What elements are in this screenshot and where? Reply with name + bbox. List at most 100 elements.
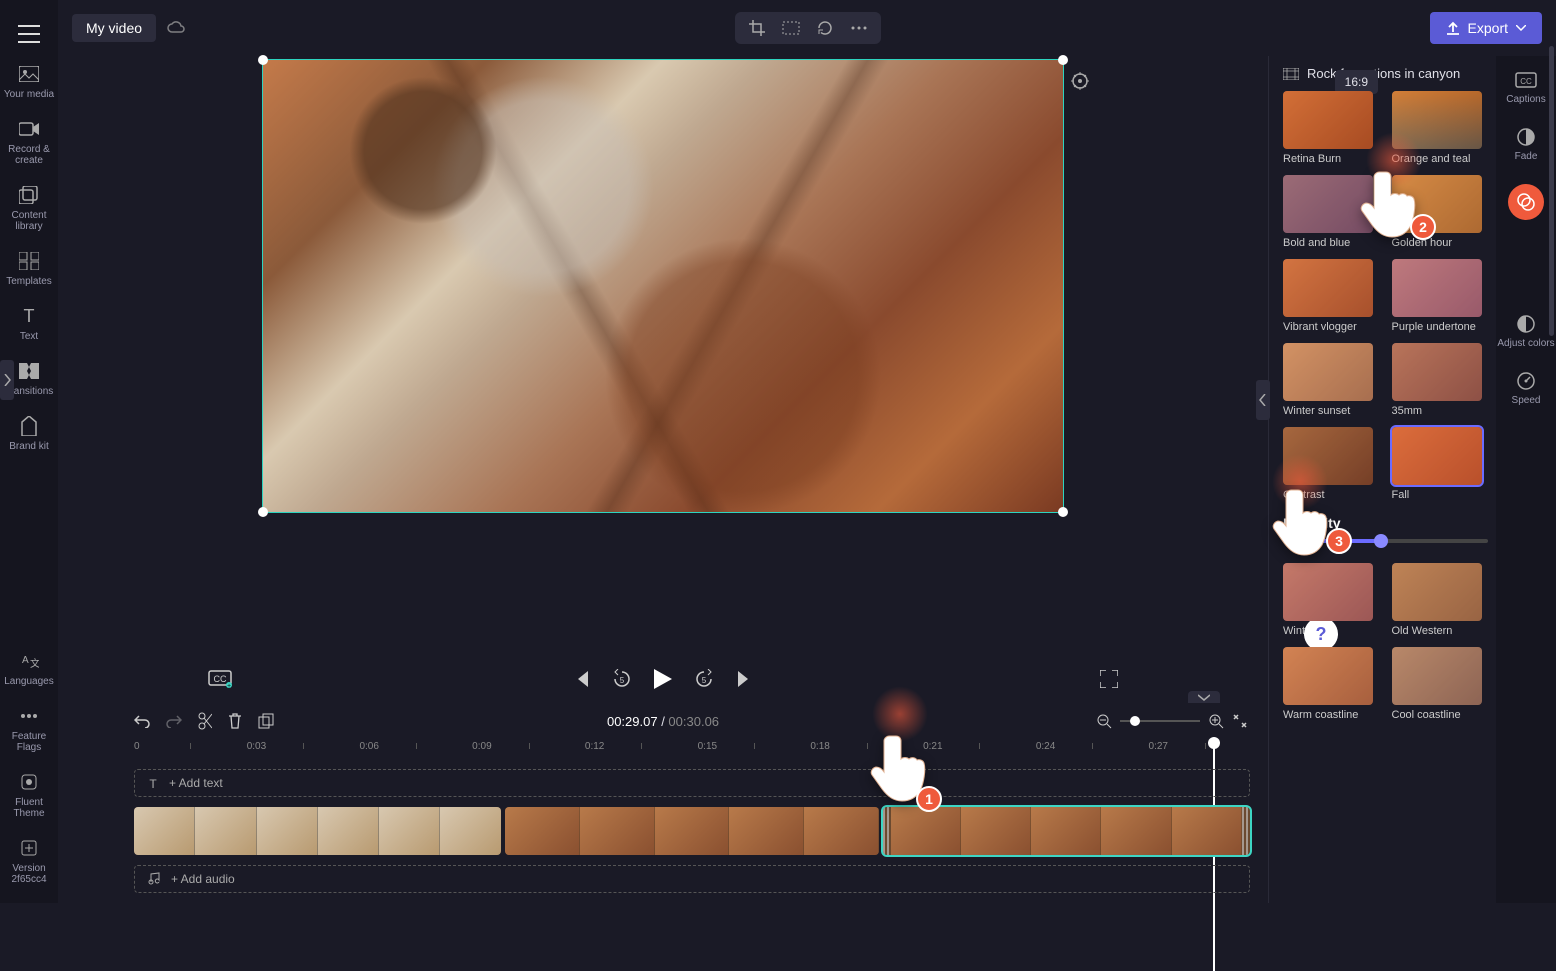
filter-pu[interactable]: Purple undertone: [1392, 259, 1489, 333]
tool-captions[interactable]: CC Captions: [1506, 72, 1545, 105]
zoom-slider[interactable]: [1120, 720, 1200, 722]
media-icon: [18, 63, 40, 85]
nav-label: Feature Flags: [0, 731, 58, 753]
delete-icon[interactable]: [228, 713, 242, 729]
expand-right-chevron[interactable]: [1256, 380, 1270, 420]
nav-label: Text: [20, 331, 38, 342]
filter-con[interactable]: Contrast: [1283, 427, 1380, 501]
zoom-out-icon[interactable]: [1096, 713, 1112, 729]
clip-trim-left[interactable]: [883, 807, 891, 855]
filter-label: Warm coastline: [1283, 709, 1373, 721]
record-icon: [18, 118, 40, 140]
more-icon: [18, 705, 40, 727]
filter-wc[interactable]: Warm coastline: [1283, 647, 1380, 721]
redo-icon[interactable]: [166, 714, 182, 728]
crop-icon[interactable]: [747, 18, 767, 38]
video-clip-3-selected[interactable]: [883, 807, 1250, 855]
filter-thumb: [1283, 563, 1373, 621]
export-label: Export: [1468, 20, 1508, 36]
filter-ws[interactable]: Winter sunset: [1283, 343, 1380, 417]
captions-toggle-icon[interactable]: CC+: [208, 670, 232, 688]
skip-forward-icon[interactable]: [736, 671, 752, 687]
tool-fade[interactable]: Fade: [1515, 127, 1538, 162]
filter-thumb: [1392, 343, 1482, 401]
nav-languages[interactable]: A文 Languages: [4, 650, 54, 687]
zoom-in-icon[interactable]: [1208, 713, 1224, 729]
filter-retina[interactable]: Retina Burn: [1283, 91, 1380, 165]
ruler-tick: 0:06: [359, 741, 378, 752]
video-clip-2[interactable]: [505, 807, 878, 855]
audio-track-label: + Add audio: [171, 872, 235, 886]
filter-bb[interactable]: Bold and blue: [1283, 175, 1380, 249]
speed-icon: [1516, 371, 1536, 391]
fullscreen-icon[interactable]: [1100, 670, 1118, 688]
intensity-label: Intensity: [1283, 515, 1488, 531]
tool-adjust-colors[interactable]: Adjust colors: [1497, 314, 1554, 349]
zoom-fit-icon[interactable]: [1232, 713, 1248, 729]
rewind-5-icon[interactable]: 5: [612, 669, 632, 689]
filter-label: Fall: [1392, 489, 1482, 501]
preview-settings-icon[interactable]: [1071, 72, 1089, 90]
filter-thumb: [1392, 647, 1482, 705]
nav-templates[interactable]: Templates: [6, 250, 52, 287]
ruler-tick: 0:24: [1036, 741, 1055, 752]
nav-your-media[interactable]: Your media: [4, 63, 54, 100]
nav-record-create[interactable]: Record & create: [0, 118, 58, 166]
filter-label: Contrast: [1283, 489, 1373, 501]
resize-handle-br[interactable]: [1058, 507, 1068, 517]
nav-brand-kit[interactable]: Brand kit: [9, 415, 48, 452]
resize-handle-tr[interactable]: [1058, 55, 1068, 65]
svg-text:CC: CC: [1520, 77, 1532, 86]
resize-handle-tl[interactable]: [258, 55, 268, 65]
filter-label: 35mm: [1392, 405, 1482, 417]
cloud-sync-icon[interactable]: [166, 20, 186, 36]
svg-text:CC: CC: [214, 674, 227, 684]
nav-label: Fluent Theme: [0, 797, 58, 819]
undo-icon[interactable]: [134, 714, 150, 728]
upload-icon: [1446, 21, 1460, 35]
help-button[interactable]: ?: [1304, 617, 1338, 651]
filters-panel: Rock formations in canyon Retina BurnOra…: [1268, 56, 1496, 903]
skip-back-icon[interactable]: [574, 671, 590, 687]
nav-fluent-theme[interactable]: Fluent Theme: [0, 771, 58, 819]
ruler-tick: 0: [134, 741, 140, 752]
nav-text[interactable]: T Text: [18, 305, 40, 342]
duplicate-icon[interactable]: [258, 713, 274, 729]
hamburger-menu[interactable]: [18, 25, 40, 43]
captions-icon: CC: [1515, 72, 1537, 90]
filter-ow[interactable]: Old Western: [1392, 563, 1489, 637]
rotate-icon[interactable]: [815, 18, 835, 38]
filter-vv[interactable]: Vibrant vlogger: [1283, 259, 1380, 333]
filter-f35[interactable]: 35mm: [1392, 343, 1489, 417]
tool-speed[interactable]: Speed: [1512, 371, 1541, 406]
nav-feature-flags[interactable]: Feature Flags: [0, 705, 58, 753]
split-icon[interactable]: [198, 712, 212, 730]
filter-ot[interactable]: Orange and teal: [1392, 91, 1489, 165]
intensity-slider[interactable]: [1283, 539, 1488, 543]
project-name[interactable]: My video: [72, 14, 156, 42]
filter-cc[interactable]: Cool coastline: [1392, 647, 1489, 721]
filter-fall[interactable]: Fall: [1392, 427, 1489, 501]
preview-frame[interactable]: [263, 60, 1063, 512]
tool-filters-selected[interactable]: [1508, 184, 1544, 220]
svg-text:5: 5: [702, 676, 707, 685]
nav-version[interactable]: Version 2f65cc4: [0, 837, 58, 885]
more-icon[interactable]: [849, 18, 869, 38]
filter-thumb: [1283, 91, 1373, 149]
nav-content-library[interactable]: Content library: [0, 184, 58, 232]
play-icon[interactable]: [654, 669, 672, 689]
video-clip-1[interactable]: [134, 807, 501, 855]
video-track[interactable]: [134, 807, 1250, 855]
timeline-ruler[interactable]: 00:030:060:090:120:150:180:210:240:27: [134, 741, 1250, 763]
filter-gh[interactable]: Golden hour: [1392, 175, 1489, 249]
audio-track-placeholder[interactable]: + Add audio: [134, 865, 1250, 893]
filter-label: Old Western: [1392, 625, 1482, 637]
export-button[interactable]: Export: [1430, 12, 1542, 44]
text-track-placeholder[interactable]: T + Add text: [134, 769, 1250, 797]
expand-left-chevron[interactable]: [0, 360, 14, 400]
clip-trim-right[interactable]: [1242, 807, 1250, 855]
forward-5-icon[interactable]: 5: [694, 669, 714, 689]
fit-icon[interactable]: [781, 18, 801, 38]
time-readout: 00:29.07 / 00:30.06: [607, 714, 719, 729]
resize-handle-bl[interactable]: [258, 507, 268, 517]
